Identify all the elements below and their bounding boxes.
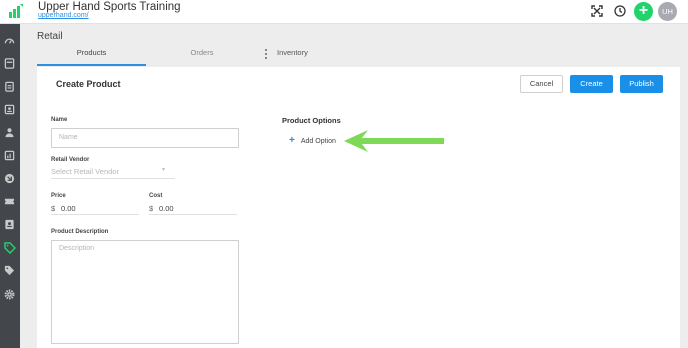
form-title: Create Product xyxy=(56,79,121,89)
fullscreen-icon[interactable] xyxy=(590,4,604,18)
more-options-icon[interactable] xyxy=(265,49,268,59)
sidebar xyxy=(0,24,20,348)
create-product-card: Create Product Cancel Create Publish Nam… xyxy=(37,67,680,348)
cost-input[interactable]: $ 0.00 xyxy=(149,201,237,215)
marketing-icon[interactable] xyxy=(3,172,16,185)
chevron-down-icon: ▾ xyxy=(162,167,166,173)
reports-icon[interactable] xyxy=(3,149,16,162)
calendar-icon[interactable] xyxy=(3,57,16,70)
users-icon[interactable] xyxy=(3,126,16,139)
user-avatar[interactable]: UH xyxy=(658,2,677,21)
retail-vendor-select[interactable]: Select Retail Vendor ▾ xyxy=(51,165,175,179)
clock-icon[interactable] xyxy=(613,4,627,18)
settings-gear-icon[interactable] xyxy=(3,288,16,301)
description-placeholder: Description xyxy=(59,245,95,252)
product-options-title: Product Options xyxy=(282,116,341,125)
tab-products[interactable]: Products xyxy=(37,46,146,66)
plus-icon: + xyxy=(289,135,295,146)
retail-tag-icon[interactable] xyxy=(3,241,16,254)
cost-value: 0.00 xyxy=(159,204,174,213)
tags-icon[interactable] xyxy=(3,264,16,277)
page-title: Retail xyxy=(37,31,63,42)
quick-add-button[interactable]: + xyxy=(634,2,653,21)
publish-button[interactable]: Publish xyxy=(620,75,663,93)
top-bar: Upper Hand Sports Training upperhand.com… xyxy=(0,0,688,24)
product-description-textarea[interactable]: Description xyxy=(51,240,239,344)
tab-inventory[interactable]: Inventory xyxy=(263,46,323,66)
price-currency-symbol: $ xyxy=(51,204,56,213)
dashboard-icon[interactable] xyxy=(3,34,16,47)
add-option-button[interactable]: + Add Option xyxy=(289,136,336,146)
name-input[interactable]: Name xyxy=(51,128,239,148)
cost-currency-symbol: $ xyxy=(149,204,154,213)
name-placeholder: Name xyxy=(59,134,78,141)
create-button[interactable]: Create xyxy=(570,75,613,93)
cost-label: Cost xyxy=(149,193,163,199)
price-input[interactable]: $ 0.00 xyxy=(51,201,139,215)
active-tab-indicator xyxy=(37,64,146,66)
cancel-button[interactable]: Cancel xyxy=(520,75,563,93)
retail-tabs: Products Orders Inventory xyxy=(37,46,337,66)
tab-orders-label: Orders xyxy=(190,48,214,57)
price-value: 0.00 xyxy=(61,204,76,213)
id-card-icon[interactable] xyxy=(3,218,16,231)
tab-products-label: Products xyxy=(76,48,107,57)
clipboard-icon[interactable] xyxy=(3,80,16,93)
contacts-icon[interactable] xyxy=(3,103,16,116)
product-description-label: Product Description xyxy=(51,229,109,235)
app-url-link[interactable]: upperhand.com/ xyxy=(38,12,89,19)
retail-vendor-placeholder: Select Retail Vendor xyxy=(51,167,119,176)
add-option-label: Add Option xyxy=(300,137,336,145)
annotation-arrow-icon xyxy=(344,130,444,152)
upper-hand-logo-icon[interactable] xyxy=(8,3,24,19)
price-label: Price xyxy=(51,193,66,199)
retail-vendor-label: Retail Vendor xyxy=(51,157,90,163)
name-label: Name xyxy=(51,117,68,123)
tickets-icon[interactable] xyxy=(3,195,16,208)
tab-inventory-label: Inventory xyxy=(277,48,308,57)
tab-orders[interactable]: Orders xyxy=(187,46,217,66)
